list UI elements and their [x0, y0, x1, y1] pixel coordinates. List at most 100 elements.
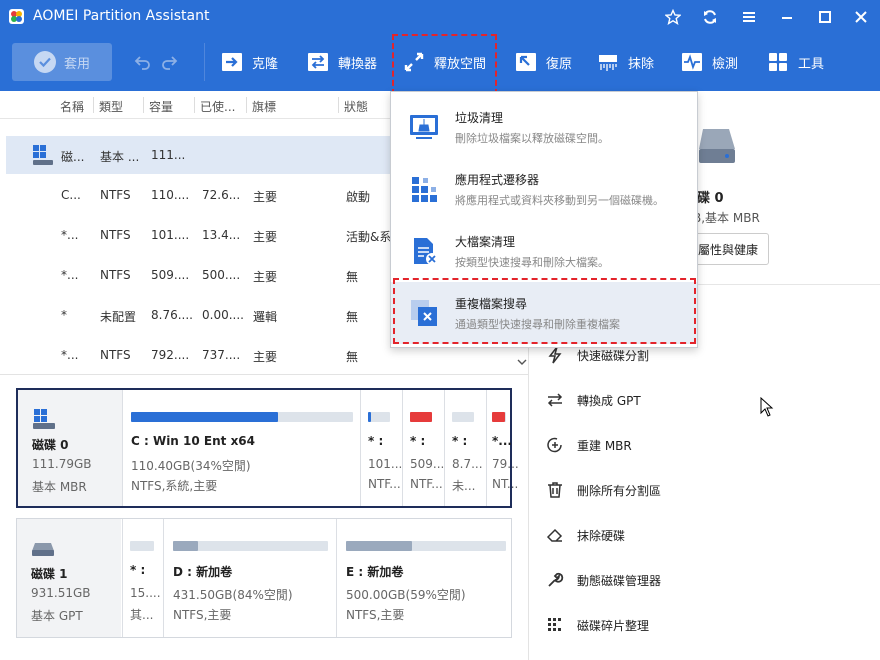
usage-fill — [173, 541, 198, 551]
menu-item-large-file-cleaner[interactable]: 大檔案清理 按類型快速搜尋和刪除大檔案。 — [391, 220, 697, 282]
partition-last[interactable]: *... 79... NT... — [486, 390, 519, 506]
apply-button[interactable]: 套用 — [12, 43, 112, 81]
partition-reserved[interactable]: * : 15.... 其... — [122, 519, 163, 637]
apply-label: 套用 — [63, 56, 90, 72]
disk-icon — [32, 543, 54, 556]
properties-health-button[interactable]: 屬性與健康 — [689, 233, 769, 265]
usage-fill — [368, 412, 372, 422]
col-used[interactable]: 已使... — [200, 98, 235, 115]
partition-c[interactable]: C : Win 10 Ent x64 110.40GB(34%空閒) NTFS,… — [122, 390, 360, 506]
cell-capacity: 111... — [151, 148, 186, 162]
partition-fs: NTF... — [410, 477, 443, 491]
menu-item-junk-cleaner[interactable]: 垃圾清理 刪除垃圾檔案以釋放磁碟空間。 — [391, 96, 697, 158]
usage-bar — [173, 541, 328, 551]
refresh-icon[interactable] — [698, 5, 722, 29]
cell-used: 72.6... — [202, 188, 241, 202]
partition-size: 8.7... — [452, 457, 483, 471]
test-icon — [680, 50, 704, 74]
close-icon[interactable] — [849, 5, 873, 29]
col-divider — [246, 97, 247, 113]
menu-item-title: 大檔案清理 — [455, 235, 516, 249]
undo-icon[interactable] — [134, 53, 152, 71]
usage-fill — [410, 412, 432, 422]
title-bar: AOMEI Partition Assistant — [0, 0, 880, 33]
op-convert-gpt[interactable]: 轉換成 GPT — [545, 388, 641, 412]
cell-name: C... — [61, 188, 81, 202]
tool-test[interactable]: 檢測 — [680, 43, 738, 81]
minimize-icon[interactable] — [775, 5, 799, 29]
menu-item-title: 應用程式遷移器 — [455, 173, 540, 187]
partition-label: D : 新加卷 — [173, 565, 233, 579]
col-divider — [143, 97, 144, 113]
wrench-icon — [545, 570, 565, 590]
toolbar-divider — [204, 43, 205, 81]
cell-type: NTFS — [100, 228, 131, 242]
duplicate-finder-callout — [393, 278, 696, 344]
tool-clone[interactable]: 克隆 — [220, 43, 278, 81]
partition-label: E : 新加卷 — [346, 565, 404, 579]
star-icon[interactable] — [661, 5, 685, 29]
col-divider — [194, 97, 195, 113]
menu-item-app-mover[interactable]: 應用程式遷移器 將應用程式或資料夾移動到另一個磁碟機。 — [391, 158, 697, 220]
op-wipe-disk[interactable]: 抹除硬碟 — [545, 523, 625, 547]
partition-fs: 未... — [452, 479, 476, 493]
partition-e[interactable]: E : 新加卷 500.00GB(59%空閒) NTFS,主要 — [336, 519, 512, 637]
cell-name: *... — [61, 268, 79, 282]
partition-label: * : — [410, 434, 426, 448]
op-defrag[interactable]: 磁碟碎片整理 — [545, 613, 649, 637]
tool-test-label: 檢測 — [712, 56, 739, 72]
tool-converter[interactable]: 轉換器 — [306, 43, 377, 81]
check-icon — [33, 51, 56, 73]
usage-bar — [130, 541, 154, 551]
cell-status: 活動&系 — [346, 230, 392, 244]
partition-recovery[interactable]: * : 509... NTF... — [402, 390, 444, 506]
partition-fs: NTFS,系統,主要 — [131, 479, 218, 493]
partition-unallocated[interactable]: * : 8.7... 未... — [444, 390, 486, 506]
redo-icon[interactable] — [160, 53, 178, 71]
partition-label: C : Win 10 Ent x64 — [131, 434, 256, 448]
cell-type: NTFS — [100, 268, 131, 282]
menu-icon[interactable] — [737, 5, 761, 29]
col-status[interactable]: 狀態 — [344, 98, 368, 115]
op-delete-all-partitions[interactable]: 刪除所有分割區 — [545, 478, 661, 502]
col-name[interactable]: 名稱 — [60, 98, 84, 115]
op-dynamic-disk-manager[interactable]: 動態磁碟管理器 — [545, 568, 661, 592]
tool-recovery[interactable]: 復原 — [514, 43, 572, 81]
col-divider — [338, 97, 339, 113]
partition-system[interactable]: * : 101... NTF... — [360, 390, 402, 506]
tool-tools-label: 工具 — [798, 56, 825, 72]
partition-label: *... — [492, 434, 512, 448]
tool-wipe[interactable]: 抹除 — [596, 43, 654, 81]
col-type[interactable]: 類型 — [99, 98, 123, 115]
partition-size: 15.... — [130, 586, 161, 600]
tools-icon — [766, 50, 790, 74]
scroll-down-icon[interactable] — [517, 358, 527, 366]
usage-fill — [131, 412, 278, 422]
window-title: AOMEI Partition Assistant — [33, 8, 210, 24]
disk-1-type: 基本 GPT — [31, 609, 83, 623]
menu-item-desc: 將應用程式或資料夾移動到另一個磁碟機。 — [455, 194, 664, 207]
disk-1-info: 磁碟 1 931.51GB 基本 GPT — [17, 519, 121, 637]
cell-flag: 邏輯 — [253, 310, 278, 324]
col-flag[interactable]: 旗標 — [252, 98, 276, 115]
partition-size: 431.50GB(84%空閒) — [173, 588, 293, 602]
op-rebuild-mbr[interactable]: 重建 MBR — [545, 433, 632, 457]
free-space-callout — [392, 34, 497, 95]
cell-status: 無 — [346, 310, 359, 324]
col-divider — [93, 97, 94, 113]
pane-divider[interactable] — [0, 374, 528, 375]
tool-clone-label: 克隆 — [252, 56, 279, 72]
col-capacity[interactable]: 容量 — [149, 98, 173, 115]
partition-d[interactable]: D : 新加卷 431.50GB(84%空閒) NTFS,主要 — [163, 519, 336, 637]
op-label: 快速磁碟分割 — [577, 348, 650, 363]
partition-label: * : — [368, 434, 384, 448]
disk-1-card[interactable]: 磁碟 1 931.51GB 基本 GPT * : 15.... 其... D :… — [16, 518, 512, 638]
disk-0-card[interactable]: 磁碟 0 111.79GB 基本 MBR C : Win 10 Ent x64 … — [16, 388, 519, 508]
tool-tools[interactable]: 工具 — [766, 43, 824, 81]
cell-type: NTFS — [100, 188, 131, 202]
cell-capacity: 8.76.... — [151, 308, 193, 322]
partition-size: 110.40GB(34%空閒) — [131, 459, 251, 473]
partition-fs: 其... — [130, 608, 154, 622]
maximize-icon[interactable] — [813, 5, 837, 29]
cell-used: 737.... — [202, 348, 241, 362]
